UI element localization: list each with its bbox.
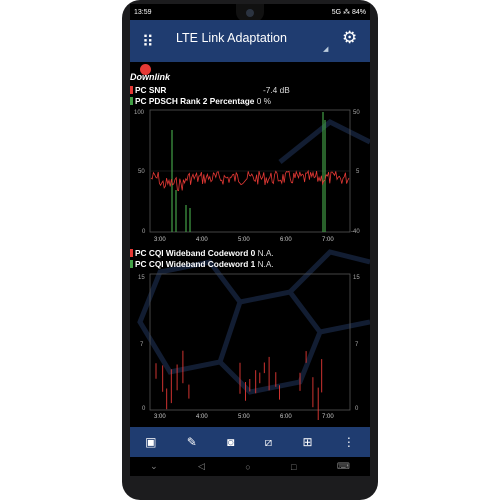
series-color-snr	[130, 86, 133, 94]
chart2-y-left-tick: 7	[140, 342, 144, 348]
side-button	[377, 70, 378, 100]
chart-cqi[interactable]: 15 7 0 15 7 0 3:00 4:00 5:00 6:00 7:00	[130, 270, 370, 420]
chart1-x-tick: 6:00	[280, 237, 292, 243]
cqi1-value: N.A.	[257, 259, 274, 269]
chart1-y-left-tick: 0	[142, 229, 146, 235]
series-color-cqi0	[130, 249, 133, 257]
code-icon[interactable]: ⧄	[265, 435, 273, 450]
more-icon[interactable]: ⋮	[343, 435, 355, 449]
chevron-down-icon[interactable]: ⌄	[150, 461, 158, 472]
chart1-series-snr	[150, 169, 350, 192]
chart1-y-left-tick: 50	[138, 169, 145, 175]
series-color-pdsch	[130, 97, 133, 105]
chart2-x-tick: 3:00	[154, 414, 166, 420]
chart1-y-right-tick: 5	[356, 169, 360, 175]
gear-icon[interactable]: ⚙	[342, 28, 357, 48]
snr-value: -7.4 dB	[263, 85, 290, 95]
recents-icon[interactable]: □	[291, 462, 296, 472]
chart1-x-tick: 7:00	[322, 237, 334, 243]
camera-icon[interactable]: ◙	[227, 435, 234, 449]
chart2-x-tick: 4:00	[196, 414, 208, 420]
label-cqi0: PC CQI Wideband Codeword 0 N.A.	[130, 248, 274, 258]
label-pc-snr: PC SNR	[130, 85, 166, 95]
series-color-cqi1	[130, 260, 133, 268]
cqi0-label-text: PC CQI Wideband Codeword 0	[135, 248, 256, 258]
phone-frame: 13:59 5G ⁂ 84% ⠿ LTE Link Adaptation ◢ ⚙…	[122, 0, 378, 500]
bottom-toolbar: ▣ ✎ ◙ ⧄ ⊞ ⋮	[130, 427, 370, 457]
pdsch-value: 0 %	[256, 96, 272, 106]
pen-icon[interactable]: ✎	[187, 435, 197, 449]
cqi0-value: N.A.	[257, 248, 274, 258]
dropdown-caret-icon[interactable]: ◢	[323, 45, 328, 53]
system-nav: ⌄ ◁ ○ □ ⌨	[130, 457, 370, 476]
app-bar: ⠿ LTE Link Adaptation ◢ ⚙	[130, 20, 370, 62]
pdsch-label-text: PC PDSCH Rank 2 Percentage	[135, 96, 255, 106]
section-downlink: Downlink	[130, 72, 170, 82]
apps-grid-icon[interactable]: ⠿	[142, 32, 154, 52]
chart2-y-right-tick: 0	[355, 406, 359, 412]
chart2-x-tick: 6:00	[280, 414, 292, 420]
cqi1-label-text: PC CQI Wideband Codeword 1	[135, 259, 256, 269]
home-icon[interactable]: ○	[245, 462, 250, 472]
chart1-y-right-tick: 50	[353, 110, 360, 116]
chart1-x-tick: 4:00	[196, 237, 208, 243]
grid-icon[interactable]: ⊞	[302, 435, 312, 449]
front-camera	[246, 9, 254, 17]
screen: 13:59 5G ⁂ 84% ⠿ LTE Link Adaptation ◢ ⚙…	[130, 4, 370, 476]
chart1-y-left-tick: 100	[134, 110, 145, 116]
status-time: 13:59	[134, 8, 152, 16]
chart2-y-right-tick: 15	[353, 275, 360, 281]
chart2-x-tick: 5:00	[238, 414, 250, 420]
chart1-x-tick: 5:00	[238, 237, 250, 243]
stop-icon[interactable]: ▣	[145, 435, 156, 449]
chart2-y-right-tick: 7	[355, 342, 359, 348]
app-title[interactable]: LTE Link Adaptation	[176, 31, 287, 45]
keyboard-icon[interactable]: ⌨	[337, 461, 350, 472]
chart-snr-pdsch[interactable]: 100 50 0 50 5 -40 3:00 4:00 5:00 6:00 7:…	[130, 106, 370, 246]
label-cqi1: PC CQI Wideband Codeword 1 N.A.	[130, 259, 274, 269]
main-content: Downlink PC SNR -7.4 dB PC PDSCH Rank 2 …	[130, 62, 370, 427]
chart2-y-left-tick: 0	[142, 406, 146, 412]
back-icon[interactable]: ◁	[198, 461, 205, 472]
chart2-x-tick: 7:00	[322, 414, 334, 420]
chart1-x-tick: 3:00	[154, 237, 166, 243]
label-pc-pdsch: PC PDSCH Rank 2 Percentage 0 %	[130, 96, 271, 106]
chart2-y-left-tick: 15	[138, 275, 145, 281]
chart1-y-right-tick: -40	[351, 229, 360, 235]
status-right: 5G ⁂ 84%	[331, 9, 366, 16]
snr-label-text: PC SNR	[135, 85, 167, 95]
